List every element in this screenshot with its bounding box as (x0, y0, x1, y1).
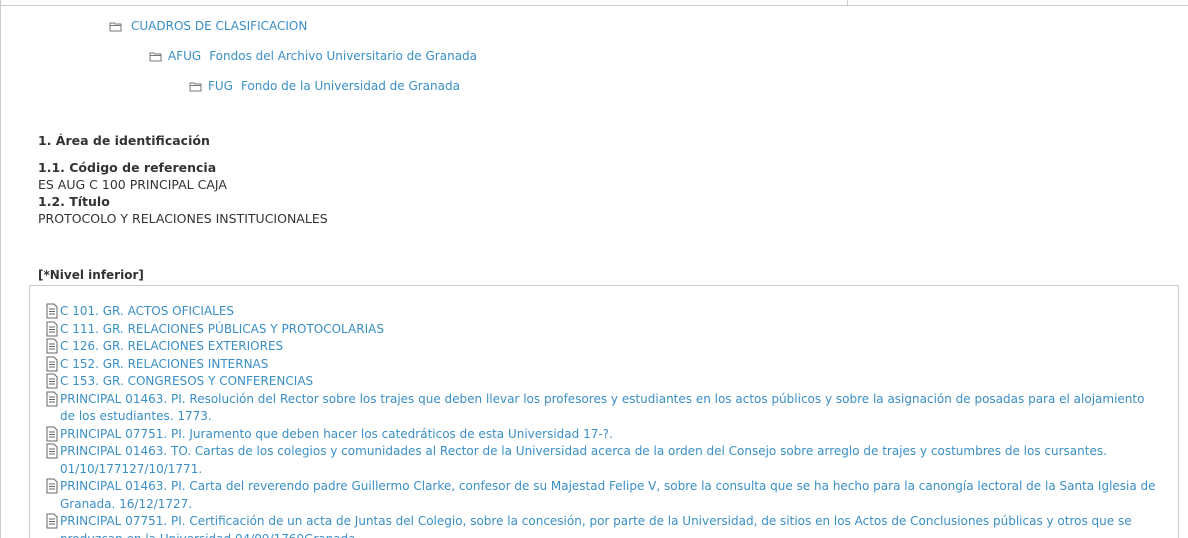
top-bar (0, 0, 1188, 6)
folder-icon (189, 82, 202, 91)
list-item[interactable]: C 153. GR. CONGRESOS Y CONFERENCIAS (46, 373, 1156, 391)
folder-icon (149, 52, 162, 61)
lower-level-list-box: C 101. GR. ACTOS OFICIALES C 111. GR. REL… (29, 285, 1179, 538)
list-item[interactable]: PRINCIPAL 01463. PI. Carta del reverendo… (46, 478, 1156, 513)
list-item-link[interactable]: C 101. GR. ACTOS OFICIALES (60, 303, 234, 321)
list-item-link[interactable]: PRINCIPAL 01463. TO. Cartas de los coleg… (60, 443, 1156, 478)
list-item-link[interactable]: PRINCIPAL 01463. PI. Carta del reverendo… (60, 478, 1156, 513)
document-icon (46, 513, 58, 529)
list-item-link[interactable]: PRINCIPAL 07751. PI. Certificación de un… (60, 513, 1156, 538)
document-icon (46, 443, 58, 459)
reference-code-label: 1.1. Código de referencia (38, 160, 217, 175)
list-item[interactable]: C 152. GR. RELACIONES INTERNAS (46, 356, 1156, 374)
list-item-link[interactable]: PRINCIPAL 07751. PI. Juramento que deben… (60, 426, 613, 444)
document-icon (46, 338, 58, 354)
lower-level-title: [*Nivel inferior] (38, 268, 144, 282)
list-item-link[interactable]: PRINCIPAL 01463. PI. Resolución del Rect… (60, 391, 1156, 426)
list-item-link[interactable]: C 152. GR. RELACIONES INTERNAS (60, 356, 268, 374)
breadcrumb-fug-code[interactable]: FUG (208, 79, 233, 93)
list-item[interactable]: PRINCIPAL 01463. PI. Resolución del Rect… (46, 391, 1156, 426)
reference-code-value: ES AUG C 100 PRINCIPAL CAJA (38, 177, 227, 192)
document-icon (46, 426, 58, 441)
list-item[interactable]: PRINCIPAL 07751. PI. Certificación de un… (46, 513, 1156, 538)
list-item[interactable]: PRINCIPAL 07751. PI. Juramento que deben… (46, 426, 1156, 444)
page-left-border (0, 0, 1, 538)
breadcrumb-afug-label[interactable]: Fondos del Archivo Universitario de Gran… (209, 49, 477, 63)
breadcrumb-fug-label[interactable]: Fondo de la Universidad de Granada (241, 79, 460, 93)
list-item[interactable]: C 111. GR. RELACIONES PÚBLICAS Y PROTOCO… (46, 321, 1156, 339)
lower-level-list: C 101. GR. ACTOS OFICIALES C 111. GR. REL… (46, 303, 1156, 538)
document-icon (46, 321, 58, 336)
breadcrumb-cuadros-label[interactable]: CUADROS DE CLASIFICACION (131, 19, 307, 33)
identification-heading: 1. Área de identificación (38, 133, 210, 148)
breadcrumb-afug-code[interactable]: AFUG (168, 49, 201, 63)
title-label: 1.2. Título (38, 194, 110, 209)
list-item-link[interactable]: C 111. GR. RELACIONES PÚBLICAS Y PROTOCO… (60, 321, 384, 339)
top-bar-divider (847, 0, 848, 5)
document-icon (46, 303, 58, 319)
title-value: PROTOCOLO Y RELACIONES INSTITUCIONALES (38, 211, 328, 226)
document-icon (46, 373, 58, 389)
breadcrumb-cuadros[interactable]: CUADROS DE CLASIFICACION (109, 19, 307, 33)
breadcrumb-fug[interactable]: FUG Fondo de la Universidad de Granada (189, 79, 460, 93)
list-item-link[interactable]: C 153. GR. CONGRESOS Y CONFERENCIAS (60, 373, 313, 391)
document-icon (46, 391, 58, 406)
list-item-link[interactable]: C 126. GR. RELACIONES EXTERIORES (60, 338, 283, 356)
breadcrumb-afug[interactable]: AFUG Fondos del Archivo Universitario de… (149, 49, 477, 63)
list-item[interactable]: PRINCIPAL 01463. TO. Cartas de los coleg… (46, 443, 1156, 478)
document-icon (46, 356, 58, 371)
document-icon (46, 478, 58, 494)
list-item[interactable]: C 101. GR. ACTOS OFICIALES (46, 303, 1156, 321)
list-item[interactable]: C 126. GR. RELACIONES EXTERIORES (46, 338, 1156, 356)
folder-icon (109, 22, 122, 31)
